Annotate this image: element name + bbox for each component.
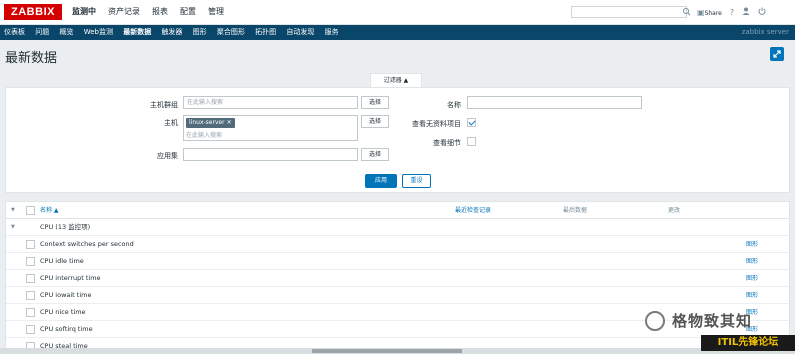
row-checkbox[interactable] [26, 325, 35, 334]
main-menu: 监测中 资产记录 报表 配置 管理 [72, 0, 236, 24]
host-group-select-button[interactable]: 选择 [361, 96, 389, 109]
row-checkbox[interactable] [26, 274, 35, 283]
host-group-field[interactable]: 在此输入搜索 [183, 96, 358, 109]
graph-link[interactable]: 图形 [746, 270, 758, 287]
zabbix-logo[interactable]: ZABBIX [4, 4, 62, 20]
global-search-input[interactable] [571, 6, 687, 18]
page-title: 最新数据 [5, 51, 58, 66]
host-label: 主机 [164, 119, 178, 127]
show-items-without-data-checkbox[interactable] [467, 118, 476, 127]
tab-maps[interactable]: 拓扑图 [251, 25, 280, 40]
collapse-all-icon[interactable]: ▼ [11, 207, 15, 213]
row-checkbox[interactable] [26, 308, 35, 317]
tab-web[interactable]: Web监测 [80, 25, 117, 40]
select-all-checkbox[interactable] [26, 206, 35, 215]
item-name: CPU iowait time [40, 291, 92, 299]
sign-out-icon[interactable] [758, 7, 766, 17]
table-header: ▼ 名称 ▲ 最近检查记录 最后数据 更改 [6, 202, 789, 219]
user-profile-icon[interactable] [742, 7, 750, 17]
menu-configuration[interactable]: 配置 [180, 0, 196, 24]
item-name: CPU nice time [40, 308, 86, 316]
menu-inventory[interactable]: 资产记录 [108, 0, 140, 24]
graph-link[interactable]: 图形 [746, 287, 758, 304]
share-link[interactable]: ▣Share [697, 8, 722, 17]
tab-graphs[interactable]: 图形 [189, 25, 211, 40]
name-field[interactable] [467, 96, 642, 109]
column-last-value: 最后数据 [563, 207, 588, 214]
host-group-label: 主机群组 [150, 101, 178, 109]
tab-services[interactable]: 服务 [321, 25, 343, 40]
tab-latest-data[interactable]: 最新数据 [119, 25, 155, 40]
zabbix-share-icon: ▣ [697, 7, 705, 17]
header-icons: ▣Share ? [697, 6, 774, 18]
application-field[interactable] [183, 148, 358, 161]
item-name: CPU interrupt time [40, 274, 101, 282]
item-name: Context switches per second [40, 240, 134, 248]
apply-button[interactable]: 应用 [365, 174, 397, 188]
help-icon[interactable]: ? [730, 8, 734, 17]
table-row: CPU iowait time 图形 [6, 287, 789, 304]
column-name[interactable]: 名称 ▲ [40, 202, 59, 219]
filter-panel: 主机群组 在此输入搜索 选择 主机 linux-server ✕ 在此输入搜索 … [5, 87, 790, 193]
filter-tab[interactable]: 过滤器 ▲ [370, 73, 422, 87]
table-row: CPU idle time 图形 [6, 253, 789, 270]
table-row: CPU interrupt time 图形 [6, 270, 789, 287]
collapse-group-icon[interactable]: ▼ [11, 224, 15, 230]
host-select-button[interactable]: 选择 [361, 115, 389, 128]
show-details-checkbox[interactable] [467, 137, 476, 146]
row-checkbox[interactable] [26, 257, 35, 266]
tab-screens[interactable]: 聚合图形 [213, 25, 249, 40]
row-checkbox[interactable] [26, 240, 35, 249]
item-name: CPU idle time [40, 257, 84, 265]
watermark-text: 格物致其知 [672, 312, 753, 330]
application-group-row[interactable]: ▼ CPU (13 监控项) [6, 219, 789, 236]
top-header: ZABBIX 监测中 资产记录 报表 配置 管理 ▣Share ? [0, 0, 795, 25]
watermark-badge: ITIL先锋论坛 [701, 335, 795, 351]
graph-link[interactable]: 图形 [746, 236, 758, 253]
show-details-label: 查看细节 [433, 139, 461, 147]
host-placeholder: 在此输入搜索 [186, 132, 223, 139]
reset-button[interactable]: 重设 [402, 174, 431, 188]
application-label: 应用集 [157, 152, 178, 160]
name-label: 名称 [447, 101, 461, 109]
tab-triggers[interactable]: 触发器 [157, 25, 186, 40]
tab-discovery[interactable]: 自动发现 [282, 25, 318, 40]
scrollbar-thumb[interactable] [312, 349, 462, 353]
server-name: zabbix server [741, 28, 789, 36]
column-last-check[interactable]: 最近检查记录 [455, 202, 491, 219]
latest-data-table: ▼ 名称 ▲ 最近检查记录 最后数据 更改 ▼ CPU (13 监控项) Con… [5, 201, 790, 354]
menu-reports[interactable]: 报表 [152, 0, 168, 24]
search-icon[interactable] [682, 6, 692, 18]
column-change: 更改 [668, 207, 681, 214]
group-name: CPU (13 监控项) [40, 223, 91, 231]
horizontal-scrollbar[interactable] [0, 348, 795, 354]
tab-problems[interactable]: 问题 [31, 25, 53, 40]
row-checkbox[interactable] [26, 291, 35, 300]
menu-administration[interactable]: 管理 [208, 0, 224, 24]
wechat-logo-icon [645, 311, 665, 331]
sub-menu: 仪表板 问题 概览 Web监测 最新数据 触发器 图形 聚合图形 拓扑图 自动发… [0, 25, 795, 40]
host-tag[interactable]: linux-server ✕ [186, 118, 235, 128]
item-name: CPU softirq time [40, 325, 93, 333]
tab-dashboard[interactable]: 仪表板 [0, 25, 29, 40]
graph-link[interactable]: 图形 [746, 253, 758, 270]
remove-tag-icon[interactable]: ✕ [227, 119, 232, 126]
menu-monitoring[interactable]: 监测中 [72, 0, 96, 24]
show-items-without-data-label: 查看无资料项目 [412, 120, 461, 128]
fullscreen-button[interactable] [770, 47, 784, 61]
table-row: Context switches per second 图形 [6, 236, 789, 253]
application-select-button[interactable]: 选择 [361, 148, 389, 161]
tab-overview[interactable]: 概览 [55, 25, 77, 40]
expand-icon [773, 50, 781, 58]
